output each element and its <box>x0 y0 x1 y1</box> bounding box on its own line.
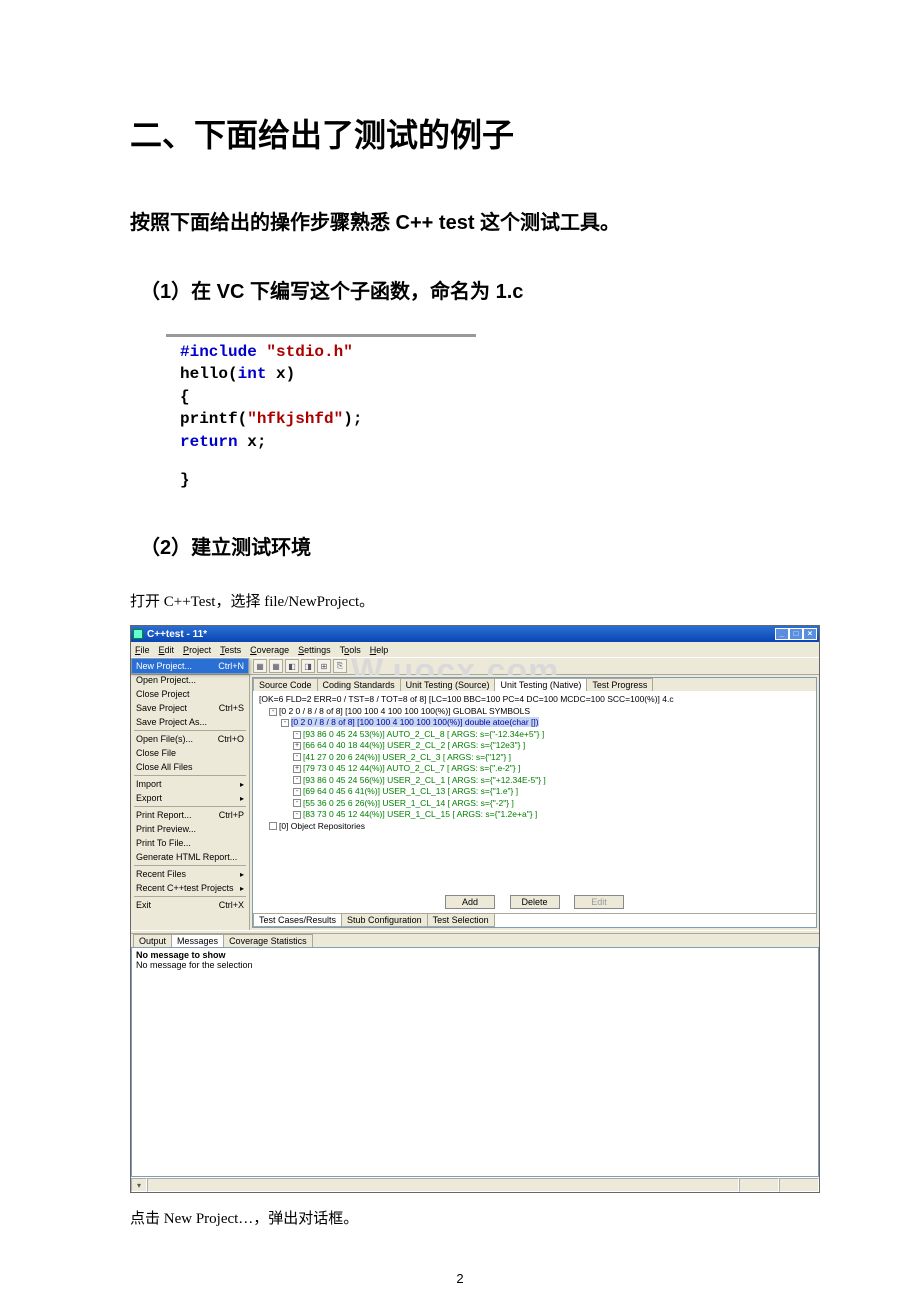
menu-dropdown-item[interactable]: Recent C++test Projects <box>132 881 248 895</box>
tab[interactable]: Coding Standards <box>317 678 401 691</box>
menu-item[interactable]: Tools <box>340 645 361 655</box>
menu-item[interactable]: File <box>135 645 150 655</box>
heading-1: 二、下面给出了测试的例子 <box>130 110 790 156</box>
tree-node[interactable]: -[93 86 0 45 24 53(%)] AUTO_2_CL_8 [ ARG… <box>259 729 810 740</box>
tabs-bottom: Test Cases/ResultsStub ConfigurationTest… <box>253 913 816 927</box>
menu-dropdown-item[interactable]: Recent Files <box>132 867 248 881</box>
tree-node[interactable]: -[0 2 0 / 8 / 8 of 8] [100 100 4 100 100… <box>259 706 810 717</box>
menu-dropdown-item[interactable]: Close All Files <box>132 760 248 774</box>
menu-dropdown-item[interactable]: Close File <box>132 746 248 760</box>
heading-2: 按照下面给出的操作步骤熟悉 C++ test 这个测试工具。 <box>130 206 790 235</box>
page-number: 2 <box>0 1271 920 1286</box>
edit-button[interactable]: Edit <box>574 895 624 909</box>
tab[interactable]: Unit Testing (Source) <box>400 678 496 691</box>
tab[interactable]: Output <box>133 934 172 947</box>
menu-dropdown-item[interactable]: Open File(s)...Ctrl+O <box>132 732 248 746</box>
menu-item[interactable]: Tests <box>220 645 241 655</box>
menu-dropdown-item[interactable]: Import <box>132 777 248 791</box>
status-icon: ▾ <box>131 1178 147 1192</box>
toolbar: ▦ ▦ ◧ ◨ ⊞ ⎘ <box>249 658 351 674</box>
maximize-button[interactable]: □ <box>789 628 803 640</box>
toolbar-icon[interactable]: ◨ <box>301 659 315 673</box>
tree-node[interactable]: -[93 86 0 45 24 56(%)] USER_2_CL_1 [ ARG… <box>259 775 810 786</box>
menu-dropdown-item[interactable]: Save Project As... <box>132 715 248 729</box>
menu-dropdown-item[interactable]: New Project...Ctrl+N <box>132 659 248 673</box>
tab[interactable]: Source Code <box>253 678 318 691</box>
menu-bar[interactable]: File Edit Project Tests Coverage Settings Tool… <box>131 642 819 657</box>
tab[interactable]: Unit Testing (Native) <box>494 678 587 691</box>
toolbar-icon[interactable]: ⊞ <box>317 659 331 673</box>
tab[interactable]: Coverage Statistics <box>223 934 313 947</box>
delete-button[interactable]: Delete <box>510 895 560 909</box>
app-window: C++test - 11* _ □ × File Edit Project Tests… <box>130 625 820 1193</box>
toolbar-icon[interactable]: ◧ <box>285 659 299 673</box>
paragraph-click: 点击 New Project…，弹出对话框。 <box>130 1207 790 1228</box>
menu-dropdown-item[interactable]: Open Project... <box>132 673 248 687</box>
menu-item[interactable]: Project <box>183 645 211 655</box>
close-button[interactable]: × <box>803 628 817 640</box>
tree-node[interactable]: -[0 2 0 / 8 / 8 of 8] [100 100 4 100 100… <box>259 717 810 728</box>
menu-dropdown-item[interactable]: Generate HTML Report... <box>132 850 248 864</box>
toolbar-icon[interactable]: ▦ <box>269 659 283 673</box>
paragraph-open: 打开 C++Test，选择 file/NewProject。 <box>130 590 790 611</box>
message-body: No message for the selection <box>136 960 814 970</box>
app-icon <box>133 629 143 639</box>
tree-node[interactable]: [OK=6 FLD=2 ERR=0 / TST=8 / TOT=8 of 8] … <box>259 694 810 705</box>
tree-node[interactable]: -[69 64 0 45 6 41(%)] USER_1_CL_13 [ ARG… <box>259 786 810 797</box>
menu-dropdown-item[interactable]: Print To File... <box>132 836 248 850</box>
tab[interactable]: Test Progress <box>586 678 653 691</box>
toolbar-icon[interactable]: ▦ <box>253 659 267 673</box>
window-title: C++test - 11* <box>147 629 207 640</box>
lower-tabs: OutputMessagesCoverage Statistics <box>131 934 819 947</box>
tree-node[interactable]: -[55 36 0 25 6 26(%)] USER_1_CL_14 [ ARG… <box>259 798 810 809</box>
title-bar: C++test - 11* _ □ × <box>131 626 819 642</box>
menu-item[interactable]: Edit <box>159 645 175 655</box>
tree-node[interactable]: -[41 27 0 20 6 24(%)] USER_2_CL_3 [ ARGS… <box>259 752 810 763</box>
tree-node[interactable]: [0] Object Repositories <box>259 821 810 832</box>
minimize-button[interactable]: _ <box>775 628 789 640</box>
tab[interactable]: Messages <box>171 934 224 947</box>
toolbar-icon[interactable]: ⎘ <box>333 659 347 673</box>
tab[interactable]: Test Selection <box>427 914 495 927</box>
tree-node[interactable]: +[79 73 0 45 12 44(%)] AUTO_2_CL_7 [ ARG… <box>259 763 810 774</box>
file-menu-dropdown[interactable]: New Project...Ctrl+NOpen Project...Close… <box>131 658 249 674</box>
heading-3-step1: （1）在 VC 下编写这个子函数，命名为 1.c <box>140 275 790 304</box>
tab[interactable]: Stub Configuration <box>341 914 428 927</box>
menu-dropdown-item[interactable]: ExitCtrl+X <box>132 898 248 912</box>
add-button[interactable]: Add <box>445 895 495 909</box>
menu-item[interactable]: Help <box>370 645 389 655</box>
tree-view[interactable]: [OK=6 FLD=2 ERR=0 / TST=8 / TOT=8 of 8] … <box>253 691 816 891</box>
menu-item[interactable]: Coverage <box>250 645 289 655</box>
menu-dropdown-item[interactable]: Export <box>132 791 248 805</box>
menu-dropdown-item[interactable]: Close Project <box>132 687 248 701</box>
status-bar: ▾ <box>131 1177 819 1192</box>
tree-node[interactable]: +[66 64 0 40 18 44(%)] USER_2_CL_2 [ ARG… <box>259 740 810 751</box>
tab[interactable]: Test Cases/Results <box>253 914 342 927</box>
heading-3-step2: （2）建立测试环境 <box>140 531 790 560</box>
code-block: #include "stdio.h" hello(int x) { printf… <box>166 334 476 491</box>
menu-dropdown-item[interactable]: Print Preview... <box>132 822 248 836</box>
message-header: No message to show <box>136 950 814 960</box>
menu-dropdown-item[interactable]: Save ProjectCtrl+S <box>132 701 248 715</box>
tree-node[interactable]: -[83 73 0 45 12 44(%)] USER_1_CL_15 [ AR… <box>259 809 810 820</box>
menu-item[interactable]: Settings <box>298 645 331 655</box>
menu-dropdown-item[interactable]: Print Report...Ctrl+P <box>132 808 248 822</box>
messages-pane: No message to show No message for the se… <box>131 947 819 1177</box>
tabs-top: Source CodeCoding StandardsUnit Testing … <box>253 678 816 691</box>
